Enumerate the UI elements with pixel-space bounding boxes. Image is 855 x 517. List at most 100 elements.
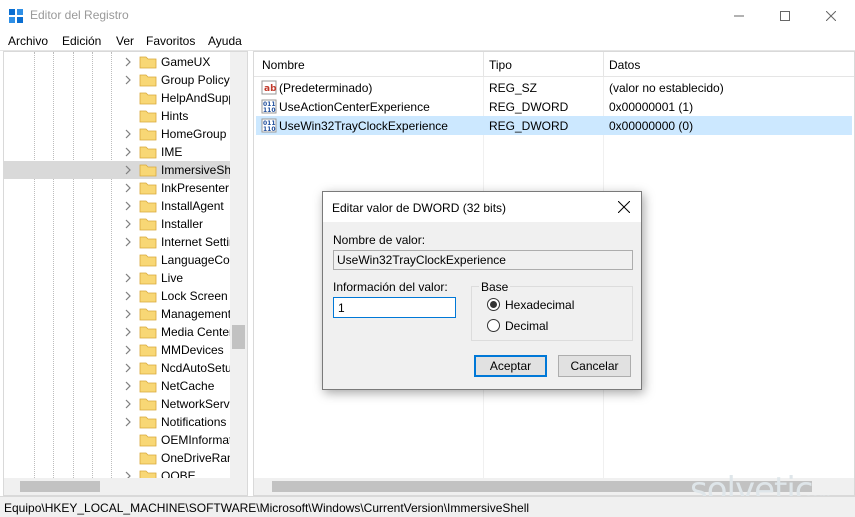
menu-ayuda[interactable]: Ayuda [208,34,242,48]
folder-icon [139,308,157,321]
value-data: (valor no establecido) [609,81,724,95]
chevron-right-icon[interactable] [123,344,133,356]
ok-button[interactable]: Aceptar [474,355,547,377]
folder-icon [139,290,157,303]
tree-item[interactable]: OneDriveRam [4,449,238,467]
folder-icon [139,362,157,375]
chevron-right-icon[interactable] [123,326,133,338]
tree-item[interactable]: InkPresenter [4,179,234,197]
tree-item[interactable]: NetworkServi [4,395,234,413]
chevron-right-icon[interactable] [123,182,133,194]
close-window-button[interactable] [808,0,854,31]
menu-favoritos[interactable]: Favoritos [146,34,195,48]
tree-item-selected[interactable]: ImmersiveShe [4,161,238,179]
tree-item-label: ImmersiveShe [161,163,238,177]
minimize-button[interactable] [716,0,762,31]
column-divider[interactable] [603,52,604,77]
tree-item[interactable]: MMDevices [4,341,234,359]
registry-tree[interactable]: GameUX Group Policy HelpAndSupp Hints HomeGr… [3,51,248,496]
folder-icon [139,254,157,267]
svg-text:110: 110 [263,107,276,114]
window-title: Editor del Registro [30,8,129,22]
folder-icon [139,218,157,231]
tree-item[interactable]: Internet Settir [4,233,234,251]
tree-item-label: HomeGroup [161,127,227,141]
chevron-right-icon[interactable] [123,146,133,158]
value-name-label: Nombre de valor: [333,233,426,247]
radio-decimal-label[interactable]: Decimal [505,319,548,333]
chevron-right-icon[interactable] [123,56,133,68]
minimize-icon [734,15,744,16]
status-path: Equipo\HKEY_LOCAL_MACHINE\SOFTWARE\Micro… [4,501,530,515]
cancel-button[interactable]: Cancelar [558,355,631,377]
chevron-right-icon[interactable] [123,74,133,86]
folder-icon [139,380,157,393]
chevron-right-icon[interactable] [123,128,133,140]
scroll-thumb[interactable] [232,325,245,349]
tree-vertical-scrollbar[interactable] [230,52,247,480]
dialog-close-button[interactable] [607,192,641,222]
chevron-right-icon[interactable] [123,290,133,302]
column-divider[interactable] [483,52,484,77]
list-row[interactable]: 011 110 UseActionCenterExperience REG_DW… [256,97,852,116]
chevron-right-icon[interactable] [123,164,133,176]
tree-item[interactable]: GameUX [4,53,234,71]
menu-edicion[interactable]: Edición [62,34,101,48]
tree-item[interactable]: OEMInformat [4,431,234,449]
chevron-right-icon[interactable] [123,218,133,230]
folder-icon [139,200,157,213]
close-icon [618,201,630,213]
tree-item[interactable]: Media Center [4,323,234,341]
radio-hexadecimal[interactable] [487,298,500,311]
value-data-input[interactable] [333,297,456,318]
string-value-icon: ab [261,80,277,95]
column-nombre[interactable]: Nombre [262,58,305,72]
chevron-right-icon[interactable] [123,416,133,428]
value-name-field: UseWin32TrayClockExperience [333,250,633,270]
dialog-title-bar: Editar valor de DWORD (32 bits) [323,192,641,222]
chevron-right-icon[interactable] [123,308,133,320]
tree-item[interactable]: NcdAutoSetu [4,359,234,377]
tree-item[interactable]: Management [4,305,234,323]
value-type: REG_DWORD [489,100,569,114]
tree-horizontal-scrollbar[interactable] [4,478,247,495]
chevron-right-icon[interactable] [123,272,133,284]
tree-item[interactable]: HelpAndSupp [4,89,235,107]
status-bar: Equipo\HKEY_LOCAL_MACHINE\SOFTWARE\Micro… [0,496,855,517]
close-icon [826,10,836,21]
tree-item[interactable]: InstallAgent [4,197,234,215]
tree-item[interactable]: LanguageCor [4,251,234,269]
tree-item[interactable]: Notifications [4,413,234,431]
value-name: UseWin32TrayClockExperience [279,119,448,133]
tree-item[interactable]: IME [4,143,234,161]
radio-decimal[interactable] [487,319,500,332]
chevron-right-icon[interactable] [123,236,133,248]
column-datos[interactable]: Datos [609,58,640,72]
menu-ver[interactable]: Ver [116,34,134,48]
tree-item[interactable]: NetCache [4,377,234,395]
maximize-button[interactable] [762,0,808,31]
tree-item[interactable]: Installer [4,215,234,233]
folder-icon [139,416,157,429]
chevron-right-icon[interactable] [123,380,133,392]
menu-archivo[interactable]: Archivo [8,34,48,48]
tree-item-label: LanguageCor [161,253,234,267]
chevron-right-icon[interactable] [123,362,133,374]
tree-item[interactable]: Live [4,269,234,287]
tree-item-label: OneDriveRam [161,451,238,465]
column-tipo[interactable]: Tipo [489,58,512,72]
tree-item[interactable]: HomeGroup [4,125,234,143]
folder-icon [139,236,157,249]
folder-icon [139,56,157,69]
list-row-selected[interactable]: 011 110 UseWin32TrayClockExperience REG_… [256,116,852,135]
tree-item[interactable]: Hints [4,107,234,125]
chevron-right-icon[interactable] [123,398,133,410]
tree-item-label: MMDevices [161,343,224,357]
radio-hexadecimal-label[interactable]: Hexadecimal [505,298,574,312]
list-row[interactable]: ab (Predeterminado) REG_SZ (valor no est… [256,78,852,97]
tree-item[interactable]: Lock Screen [4,287,234,305]
tree-item-label: Hints [161,109,189,123]
chevron-right-icon[interactable] [123,200,133,212]
scroll-thumb[interactable] [20,481,100,492]
tree-item[interactable]: Group Policy [4,71,234,89]
